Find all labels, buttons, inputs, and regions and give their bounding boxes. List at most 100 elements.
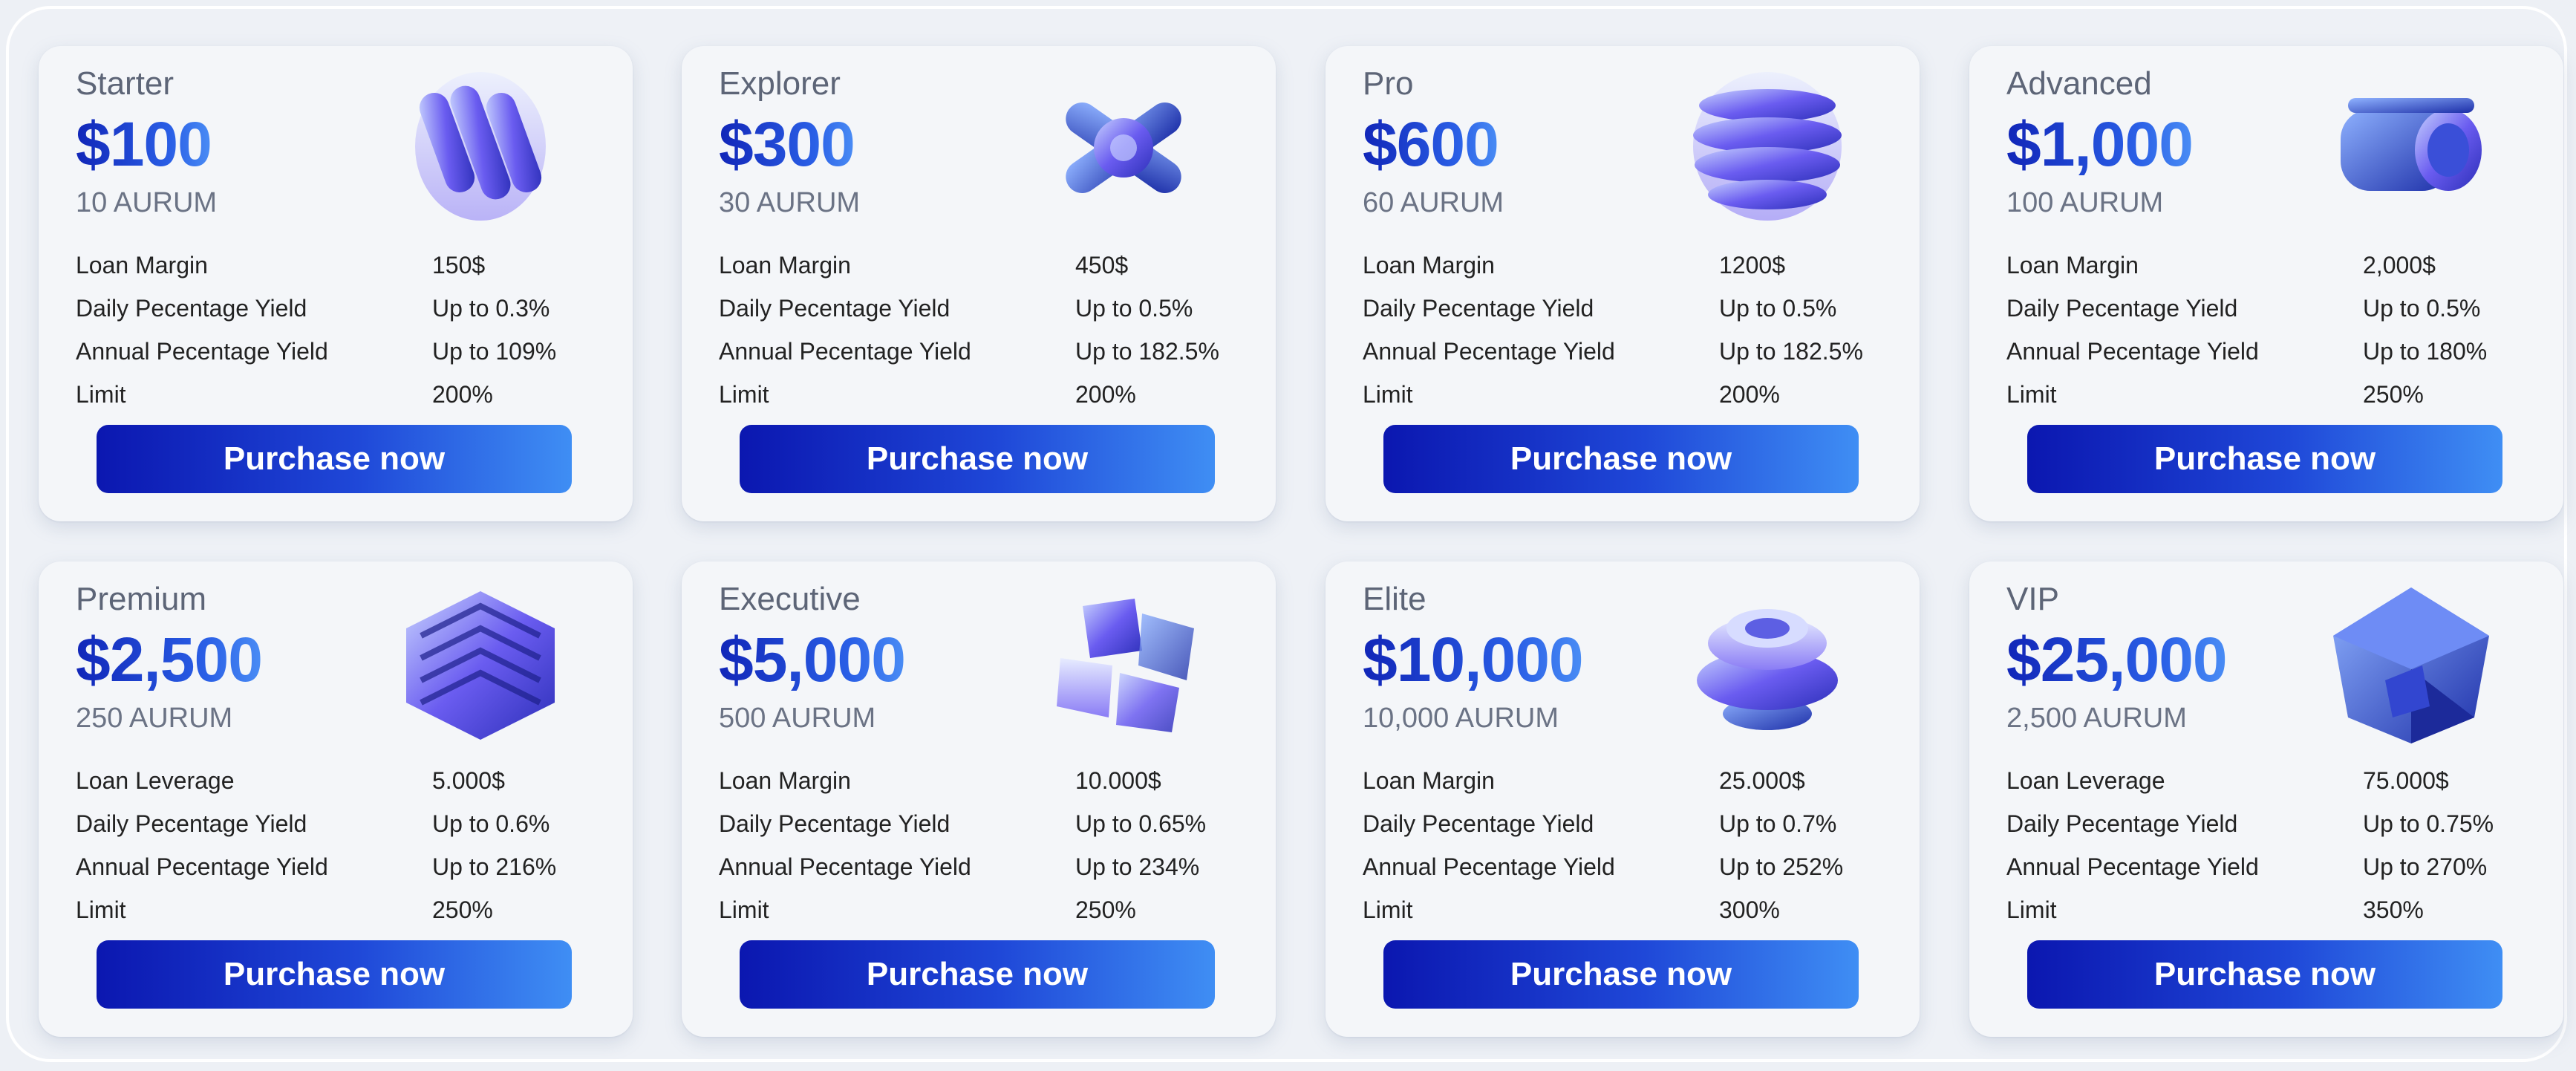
plan-detail-row: Daily Pecentage Yield Up to 0.75% [2006,802,2526,845]
plan-detail-value: Up to 0.5% [1719,294,1837,322]
plan-detail-value: 300% [1719,896,1780,923]
plan-detail-row: Annual Pecentage Yield Up to 216% [76,845,596,888]
plan-detail-value: Up to 216% [432,853,557,880]
purchase-now-button[interactable]: Purchase now [1383,940,1859,1009]
plan-details: Loan Margin 25.000$ Daily Pecentage Yiel… [1363,759,1882,931]
plan-detail-value: Up to 109% [432,337,557,365]
plan-detail-row: Annual Pecentage Yield Up to 182.5% [719,330,1239,373]
plan-price: $600 [1363,108,1499,180]
plan-detail-label: Annual Pecentage Yield [2006,853,2259,880]
plan-detail-label: Limit [76,380,126,408]
plan-detail-value: 10.000$ [1075,766,1161,794]
plan-detail-value: Up to 0.7% [1719,810,1837,837]
plan-price: $10,000 [1363,624,1584,696]
purchase-now-button[interactable]: Purchase now [740,425,1215,493]
plan-price-value: $600 [1363,109,1499,179]
plan-detail-label: Limit [1363,896,1413,923]
plan-detail-value: 450$ [1075,251,1129,279]
plan-detail-row: Limit 350% [2006,888,2526,931]
plan-detail-row: Loan Margin 450$ [719,244,1239,287]
plan-detail-value: Up to 182.5% [1719,337,1863,365]
plan-details: Loan Margin 10.000$ Daily Pecentage Yiel… [719,759,1239,931]
plan-aurum-amount: 60 AURUM [1363,187,1504,218]
plan-detail-value: 1200$ [1719,251,1785,279]
plan-card-starter: Starter $100 10 AURUM Loan Margin 150$ D… [39,46,633,521]
plan-tier-name: Explorer [719,65,841,102]
plan-card-explorer: Explorer $300 30 AURUM Loan Margin 450$ … [682,46,1276,521]
plan-detail-row: Annual Pecentage Yield Up to 180% [2006,330,2526,373]
plan-price-value: $25,000 [2006,625,2228,694]
plan-tier-name: Advanced [2006,65,2152,102]
plan-aurum-amount: 30 AURUM [719,187,861,218]
plan-detail-row: Limit 300% [1363,888,1882,931]
plan-details: Loan Leverage 75.000$ Daily Pecentage Yi… [2006,759,2526,931]
plan-card-premium: Premium $2,500 250 AURUM Loan Leverage 5… [39,561,633,1037]
plan-price-value: $10,000 [1363,625,1584,694]
plan-price: $300 [719,108,855,180]
plan-detail-row: Annual Pecentage Yield Up to 182.5% [1363,330,1882,373]
plan-detail-row: Loan Margin 25.000$ [1363,759,1882,802]
plan-detail-value: Up to 182.5% [1075,337,1219,365]
purchase-now-button[interactable]: Purchase now [740,940,1215,1009]
plan-detail-label: Loan Margin [719,251,851,279]
plan-detail-value: 250% [432,896,493,923]
plan-detail-value: Up to 234% [1075,853,1200,880]
plan-price-value: $300 [719,109,855,179]
plan-detail-label: Annual Pecentage Yield [76,853,328,880]
plan-card-vip: VIP $25,000 2,500 AURUM Loan Leverage 75… [1969,561,2563,1037]
plan-detail-label: Limit [719,380,769,408]
plan-detail-label: Loan Margin [719,766,851,794]
plan-details: Loan Margin 450$ Daily Pecentage Yield U… [719,244,1239,416]
plan-detail-value: 5.000$ [432,766,505,794]
plan-detail-row: Daily Pecentage Yield Up to 0.3% [76,287,596,330]
plan-price: $5,000 [719,624,906,696]
plan-detail-label: Annual Pecentage Yield [719,853,971,880]
plan-detail-row: Limit 250% [76,888,596,931]
plan-detail-label: Limit [719,896,769,923]
purchase-now-button[interactable]: Purchase now [97,425,572,493]
plan-detail-label: Annual Pecentage Yield [719,337,971,365]
plan-detail-row: Annual Pecentage Yield Up to 270% [2006,845,2526,888]
cross-connector-icon [1031,61,1216,232]
plan-detail-label: Annual Pecentage Yield [1363,853,1615,880]
faceted-cube-icon [2318,576,2504,747]
plan-tier-name: Elite [1363,581,1426,617]
purchase-now-button[interactable]: Purchase now [1383,425,1859,493]
plan-detail-label: Annual Pecentage Yield [76,337,328,365]
purchase-now-button[interactable]: Purchase now [97,940,572,1009]
plan-detail-value: Up to 0.5% [1075,294,1193,322]
plan-price-value: $1,000 [2006,109,2194,179]
plan-detail-value: 200% [1719,380,1780,408]
plan-detail-value: 25.000$ [1719,766,1805,794]
spiral-sphere-icon [1675,61,1860,232]
purchase-now-button[interactable]: Purchase now [2027,425,2502,493]
plan-detail-value: Up to 0.75% [2363,810,2494,837]
plan-detail-value: 350% [2363,896,2424,923]
plan-detail-value: 2,000$ [2363,251,2436,279]
plan-detail-label: Limit [2006,380,2057,408]
plan-details: Loan Leverage 5.000$ Daily Pecentage Yie… [76,759,596,931]
plan-tier-name: Pro [1363,65,1414,102]
plan-tier-name: VIP [2006,581,2059,617]
purchase-now-button[interactable]: Purchase now [2027,940,2502,1009]
plan-aurum-amount: 250 AURUM [76,703,233,734]
plan-detail-row: Loan Margin 2,000$ [2006,244,2526,287]
plan-detail-label: Loan Margin [1363,251,1495,279]
plan-detail-label: Daily Pecentage Yield [719,810,950,837]
plan-detail-row: Loan Margin 1200$ [1363,244,1882,287]
plan-detail-value: Up to 0.3% [432,294,550,322]
plan-detail-value: 200% [1075,380,1136,408]
plan-detail-label: Annual Pecentage Yield [2006,337,2259,365]
plan-details: Loan Margin 2,000$ Daily Pecentage Yield… [2006,244,2526,416]
plan-tier-name: Executive [719,581,861,617]
plan-detail-label: Daily Pecentage Yield [76,810,307,837]
plan-card-pro: Pro $600 60 AURUM Loan Margin 1200$ Dail… [1326,46,1920,521]
plan-detail-row: Loan Leverage 5.000$ [76,759,596,802]
plan-price: $25,000 [2006,624,2228,696]
plan-price-value: $5,000 [719,625,906,694]
plan-detail-row: Limit 250% [719,888,1239,931]
plan-detail-label: Daily Pecentage Yield [1363,810,1594,837]
plan-detail-label: Limit [1363,380,1413,408]
plan-detail-value: Up to 0.65% [1075,810,1207,837]
plan-detail-label: Daily Pecentage Yield [2006,810,2238,837]
